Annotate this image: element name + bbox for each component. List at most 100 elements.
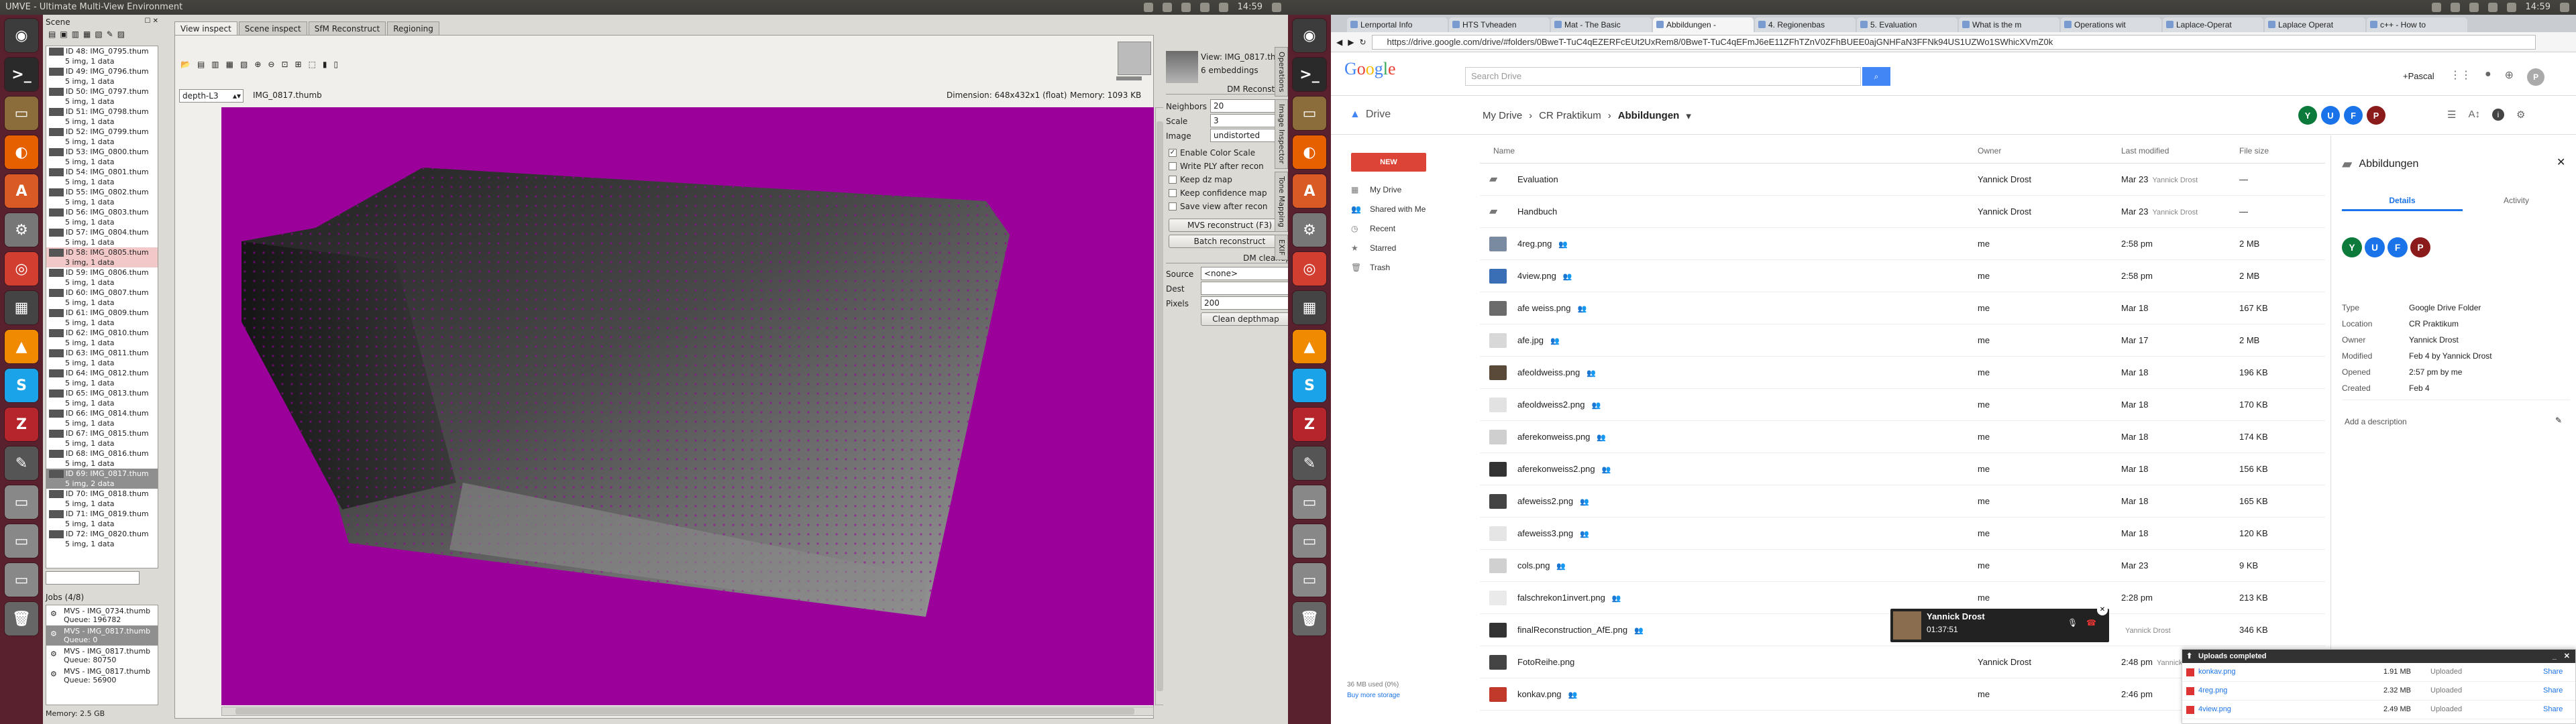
chrome-icon[interactable]: ◎: [1293, 252, 1326, 286]
caret-down-icon[interactable]: ▾: [1686, 110, 1691, 122]
scene-item[interactable]: ID 50: IMG_0797.thum: [46, 86, 158, 97]
clock[interactable]: 14:59: [2526, 0, 2551, 15]
depth-select[interactable]: depth-L3 ▴▾: [179, 89, 244, 103]
skype-icon[interactable]: S: [1293, 369, 1326, 402]
nav-recent[interactable]: ◷ Recent: [1344, 219, 1465, 238]
collaborator-avatar[interactable]: Y: [2298, 106, 2317, 125]
checkbox-box[interactable]: [1169, 202, 1177, 210]
google-logo[interactable]: Google: [1344, 59, 1396, 79]
share-link[interactable]: Share: [2543, 705, 2563, 713]
notifications-icon[interactable]: ●: [2485, 68, 2491, 86]
browser-tab[interactable]: Abbildungen -: [1653, 17, 1754, 32]
depth-image-canvas[interactable]: [221, 107, 1154, 705]
forward-icon[interactable]: ▶: [1348, 38, 1354, 47]
dropbox-icon[interactable]: [1143, 3, 1153, 12]
browser-tab[interactable]: 5. Evaluation: [1857, 17, 1957, 32]
open-scene-icon[interactable]: ▣: [60, 29, 67, 43]
workspace-icon[interactable]: ▦: [1293, 291, 1326, 324]
activity-tab[interactable]: Activity: [2463, 196, 2570, 205]
column-size[interactable]: File size: [2239, 146, 2269, 156]
job-item[interactable]: ⚙ MVS - IMG_0817.thumb Queue: 56900: [46, 666, 158, 686]
job-item[interactable]: ⚙ MVS - IMG_0734.thumb Queue: 196782: [46, 605, 158, 625]
browser-tab[interactable]: Laplace Operat: [2265, 17, 2365, 32]
zoom-out-icon[interactable]: ⊖: [268, 60, 274, 69]
scene-item[interactable]: ID 64: IMG_0812.thum: [46, 368, 158, 378]
account-avatar[interactable]: P: [2527, 68, 2545, 86]
reload-view-icon[interactable]: ▤: [197, 60, 205, 69]
drive-icon[interactable]: ▭: [5, 485, 38, 519]
browser-tab[interactable]: Laplace-Operat: [2163, 17, 2263, 32]
collaborator-avatar[interactable]: U: [2321, 106, 2340, 125]
upload-name[interactable]: 4reg.png: [2198, 686, 2227, 695]
scene-list[interactable]: ID 48: IMG_0795.thum 5 img, 1 data ID 49: …: [46, 46, 158, 568]
zoom-in-icon[interactable]: ⊕: [254, 60, 261, 69]
workspace-icon[interactable]: ▦: [5, 291, 38, 324]
collaborator-avatar[interactable]: F: [2387, 237, 2408, 257]
browser-tab[interactable]: Mat - The Basic: [1551, 17, 1652, 32]
browser-tab[interactable]: Lernportal Info: [1347, 17, 1448, 32]
histogram-icon[interactable]: ▮: [323, 60, 327, 69]
collaborator-avatar[interactable]: Y: [2342, 237, 2362, 257]
detail-value[interactable]: CR Praktikum: [2409, 319, 2459, 335]
column-modified[interactable]: Last modified: [2121, 146, 2169, 156]
file-row[interactable]: cols.png 👥 me Mar 23 9 KB: [1480, 550, 2325, 582]
side-tab-exif[interactable]: EXIF: [1275, 234, 1288, 260]
mic-icon[interactable]: 🎙: [2068, 618, 2078, 627]
files-icon[interactable]: ▭: [1293, 97, 1326, 130]
checkbox-box[interactable]: [1169, 162, 1177, 170]
clean-depthmap-button[interactable]: Clean depthmap: [1201, 312, 1291, 326]
gear-icon[interactable]: [1272, 3, 1281, 12]
collaborator-avatar[interactable]: U: [2365, 237, 2385, 257]
option-checkbox[interactable]: Keep confidence map: [1169, 186, 1268, 200]
breadcrumb-item[interactable]: CR Praktikum: [1539, 110, 1601, 122]
scene-item[interactable]: ID 57: IMG_0804.thum: [46, 227, 158, 237]
browser-tab[interactable]: What is the m: [1959, 17, 2059, 32]
battery-icon[interactable]: [1199, 3, 1210, 12]
upload-name[interactable]: 4view.png: [2198, 705, 2231, 713]
filezilla-icon[interactable]: Z: [1293, 408, 1326, 441]
side-tab-image-inspector[interactable]: Image Inspector: [1275, 99, 1288, 169]
file-row[interactable]: 4reg.png 👥 me 2:58 pm 2 MB: [1480, 228, 2325, 260]
volume-icon[interactable]: [2506, 3, 2516, 12]
wifi-icon[interactable]: [1162, 3, 1172, 12]
file-row[interactable]: ▰ Handbuch Yannick Drost Mar 23 Yannick Dros…: [1480, 196, 2325, 228]
scene-item[interactable]: ID 53: IMG_0800.thum: [46, 147, 158, 157]
hangup-icon[interactable]: ☎: [2086, 618, 2096, 627]
scene-item[interactable]: ID 58: IMG_0805.thum: [46, 247, 158, 257]
buy-storage-link[interactable]: Buy more storage: [1347, 692, 1400, 699]
vlc-icon[interactable]: ▲: [1293, 330, 1326, 363]
share-link[interactable]: Share: [2543, 686, 2563, 695]
browser-tab[interactable]: HTS Tvheaden: [1449, 17, 1550, 32]
column-name[interactable]: Name: [1493, 146, 1515, 156]
battery-icon[interactable]: [2487, 3, 2498, 12]
details-tab[interactable]: Details: [2342, 196, 2463, 211]
share-icon[interactable]: ⊕: [2505, 68, 2514, 86]
file-row[interactable]: afe weiss.png 👥 me Mar 18 167 KB: [1480, 292, 2325, 324]
drive3-icon[interactable]: ▭: [5, 563, 38, 597]
file-row[interactable]: ▰ Evaluation Yannick Drost Mar 23 Yannick Dr…: [1480, 164, 2325, 196]
tab-regioning[interactable]: Regioning: [387, 21, 439, 36]
url-bar[interactable]: https://drive.google.com/drive/#folders/…: [1371, 34, 2536, 50]
save-scene-icon[interactable]: ▥: [72, 29, 79, 43]
file-row[interactable]: afeoldweiss2.png 👥 me Mar 18 170 KB: [1480, 389, 2325, 421]
column-owner[interactable]: Owner: [1978, 146, 2001, 156]
software-center-icon[interactable]: A: [1293, 174, 1326, 208]
checkbox-box[interactable]: [1169, 176, 1177, 184]
collaborator-avatar[interactable]: P: [2410, 237, 2430, 257]
user-link[interactable]: +Pascal: [2403, 71, 2434, 81]
scene-item[interactable]: ID 66: IMG_0814.thum: [46, 408, 158, 418]
clock[interactable]: 14:59: [1238, 0, 1263, 15]
close-uploads-icon[interactable]: ✕: [2564, 650, 2570, 663]
scene-item[interactable]: ID 62: IMG_0810.thum: [46, 328, 158, 338]
software-center-icon[interactable]: A: [5, 174, 38, 208]
keyboard-icon[interactable]: [1181, 3, 1191, 12]
file-row[interactable]: aferekonweiss2.png 👥 me Mar 18 156 KB: [1480, 453, 2325, 485]
scene-item[interactable]: ID 55: IMG_0802.thum: [46, 187, 158, 197]
apps-grid-icon[interactable]: ⋮⋮: [2450, 68, 2471, 86]
nav-my-drive[interactable]: ▦ My Drive: [1344, 180, 1465, 199]
scene-item[interactable]: ID 49: IMG_0796.thum: [46, 66, 158, 76]
horizontal-scrollbar[interactable]: [221, 707, 1154, 716]
upload-item[interactable]: 4reg.png 2.32 MB Uploaded Share: [2182, 682, 2575, 701]
filezilla-icon[interactable]: Z: [5, 408, 38, 441]
new-scene-icon[interactable]: ▤: [48, 29, 56, 43]
